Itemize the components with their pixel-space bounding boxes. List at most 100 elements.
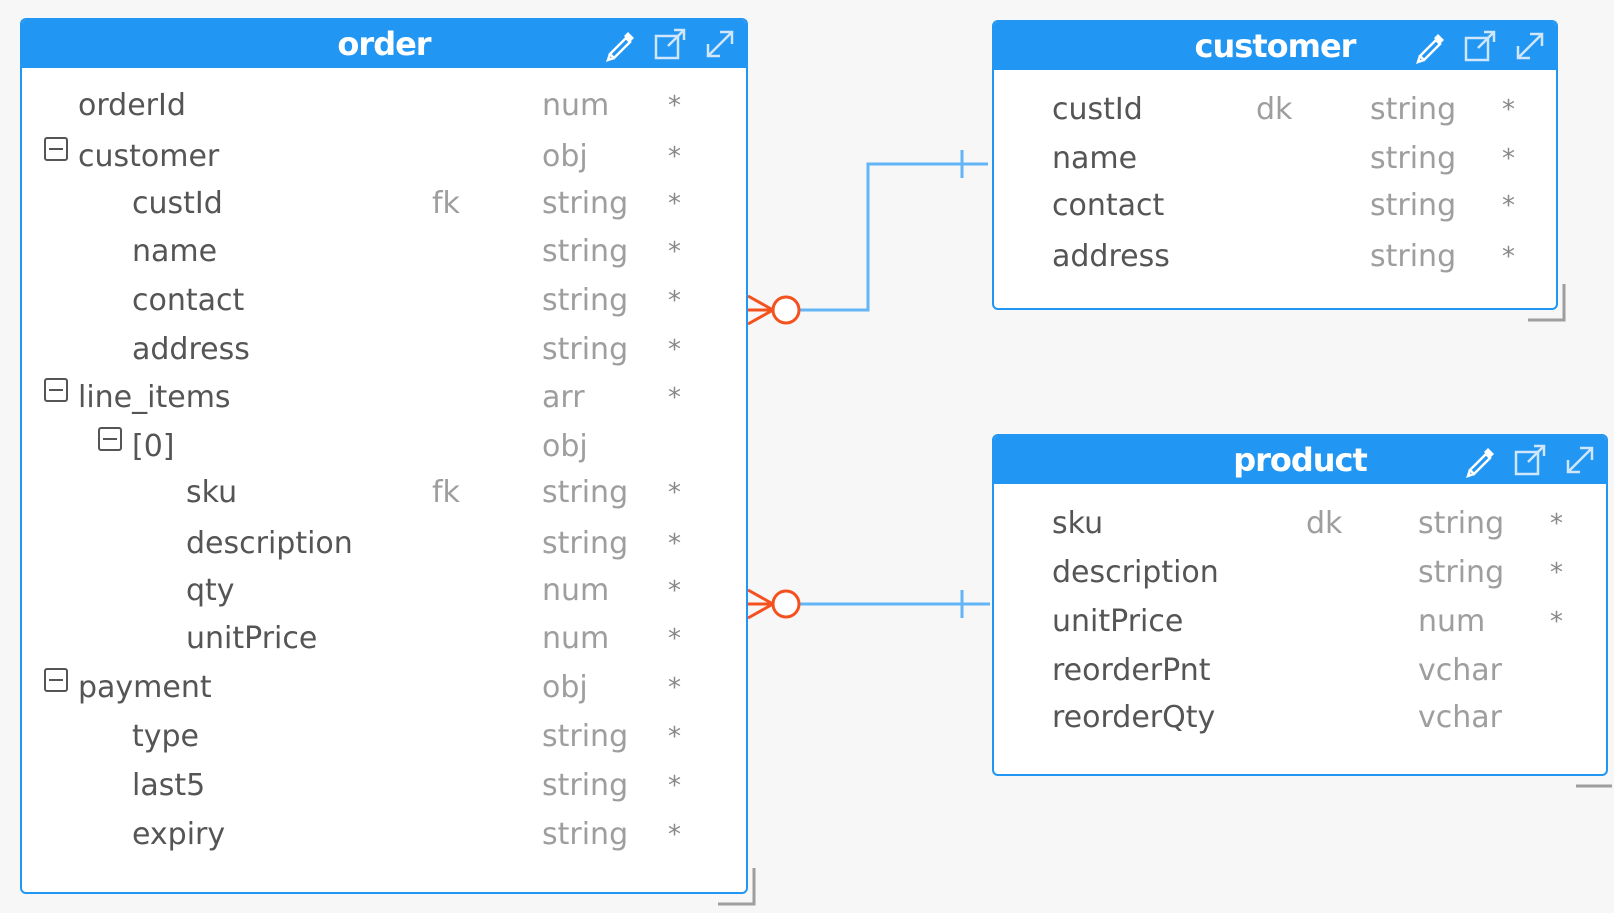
field-name: customer — [78, 139, 220, 174]
resize-handle-icon[interactable] — [1526, 282, 1566, 322]
field-required: * — [668, 383, 681, 413]
field-row-custId[interactable]: custId dk string * — [994, 90, 1556, 130]
field-row-contact[interactable]: contact string * — [22, 281, 746, 321]
entity-title: product — [1233, 441, 1368, 479]
field-row-unitPrice[interactable]: unitPrice num * — [22, 619, 746, 659]
open-external-icon[interactable] — [1512, 442, 1548, 478]
field-type: string — [542, 186, 629, 221]
field-name: unitPrice — [186, 621, 318, 656]
field-required: * — [1502, 242, 1515, 272]
field-required: * — [1502, 191, 1515, 221]
collapse-toggle-icon[interactable] — [44, 137, 68, 161]
resize-handle-icon[interactable] — [1574, 748, 1614, 788]
field-name: name — [132, 234, 218, 269]
collapse-toggle-icon[interactable] — [44, 668, 68, 692]
field-row-description[interactable]: description string * — [22, 524, 746, 564]
entity-title: order — [337, 25, 431, 63]
field-required: * — [668, 624, 681, 654]
relationship-order-product[interactable] — [747, 588, 990, 620]
field-row-type[interactable]: type string * — [22, 717, 746, 757]
field-name: last5 — [132, 768, 206, 803]
field-row-expiry[interactable]: expiry string * — [22, 815, 746, 855]
field-row-sku[interactable]: sku dk string * — [994, 504, 1606, 544]
relationship-order-customer[interactable] — [747, 150, 988, 326]
field-required: * — [668, 820, 681, 850]
field-type: vchar — [1418, 653, 1502, 688]
field-name: line_items — [78, 380, 231, 415]
entity-customer-header[interactable]: customer — [994, 22, 1556, 70]
field-type: string — [542, 475, 629, 510]
field-name: qty — [186, 573, 235, 608]
edit-pencil-icon[interactable] — [1462, 442, 1498, 478]
diagram-canvas: order orderId num * customer obj * custI… — [0, 0, 1614, 913]
field-row-unitPrice[interactable]: unitPrice num * — [994, 602, 1606, 642]
entity-title: customer — [1194, 27, 1357, 65]
field-required: * — [1550, 558, 1563, 588]
field-type: obj — [542, 670, 588, 705]
field-key: dk — [1256, 92, 1293, 127]
field-type: obj — [542, 429, 588, 464]
edit-pencil-icon[interactable] — [1412, 28, 1448, 64]
open-external-icon[interactable] — [652, 26, 688, 62]
entity-order-header[interactable]: order — [22, 20, 746, 68]
field-name: type — [132, 719, 200, 754]
field-type: string — [1370, 239, 1457, 274]
entity-product-header[interactable]: product — [994, 436, 1606, 484]
field-required: * — [668, 335, 681, 365]
field-type: string — [542, 719, 629, 754]
open-external-icon[interactable] — [1462, 28, 1498, 64]
field-row-contact[interactable]: contact string * — [994, 186, 1556, 226]
field-key: dk — [1306, 506, 1343, 541]
field-name: orderId — [78, 88, 186, 123]
expand-icon[interactable] — [1512, 28, 1548, 64]
field-row-index-0[interactable]: [0] obj — [22, 427, 746, 467]
field-row-address[interactable]: address string * — [22, 330, 746, 370]
field-type: arr — [542, 380, 585, 415]
field-required: * — [668, 722, 681, 752]
field-row-qty[interactable]: qty num * — [22, 571, 746, 611]
field-name: contact — [1052, 188, 1165, 223]
edit-pencil-icon[interactable] — [602, 26, 638, 62]
field-name: [0] — [132, 429, 175, 464]
field-row-custId[interactable]: custId fk string * — [22, 184, 746, 224]
field-type: string — [1418, 555, 1505, 590]
field-required: * — [668, 576, 681, 606]
field-type: string — [542, 234, 629, 269]
field-required: * — [668, 529, 681, 559]
field-required: * — [1502, 144, 1515, 174]
field-name: address — [132, 332, 250, 367]
field-type: obj — [542, 139, 588, 174]
field-row-payment[interactable]: payment obj * — [22, 668, 746, 708]
expand-icon[interactable] — [1562, 442, 1598, 478]
entity-order[interactable]: order orderId num * customer obj * custI… — [20, 18, 748, 894]
field-name: reorderPnt — [1052, 653, 1211, 688]
field-row-customer[interactable]: customer obj * — [22, 137, 746, 177]
collapse-toggle-icon[interactable] — [98, 427, 122, 451]
field-type: vchar — [1418, 700, 1502, 735]
field-row-reorderQty[interactable]: reorderQty vchar — [994, 698, 1606, 738]
field-type: num — [542, 621, 610, 656]
field-name: unitPrice — [1052, 604, 1184, 639]
expand-icon[interactable] — [702, 26, 738, 62]
field-type: string — [1370, 92, 1457, 127]
field-type: string — [542, 817, 629, 852]
field-name: name — [1052, 141, 1138, 176]
field-name: custId — [132, 186, 223, 221]
entity-customer[interactable]: customer custId dk string * name string … — [992, 20, 1558, 310]
resize-handle-icon[interactable] — [716, 866, 756, 906]
field-row-last5[interactable]: last5 string * — [22, 766, 746, 806]
field-row-orderId[interactable]: orderId num * — [22, 86, 746, 126]
field-required: * — [1550, 607, 1563, 637]
field-row-name[interactable]: name string * — [22, 232, 746, 272]
collapse-toggle-icon[interactable] — [44, 378, 68, 402]
field-row-description[interactable]: description string * — [994, 553, 1606, 593]
field-row-sku[interactable]: sku fk string * — [22, 473, 746, 513]
field-row-address[interactable]: address string * — [994, 237, 1556, 277]
field-row-line_items[interactable]: line_items arr * — [22, 378, 746, 418]
field-name: reorderQty — [1052, 700, 1216, 735]
field-row-reorderPnt[interactable]: reorderPnt vchar — [994, 651, 1606, 691]
field-name: description — [186, 526, 353, 561]
entity-product[interactable]: product sku dk string * description stri… — [992, 434, 1608, 776]
field-row-name[interactable]: name string * — [994, 139, 1556, 179]
field-required: * — [1502, 95, 1515, 125]
